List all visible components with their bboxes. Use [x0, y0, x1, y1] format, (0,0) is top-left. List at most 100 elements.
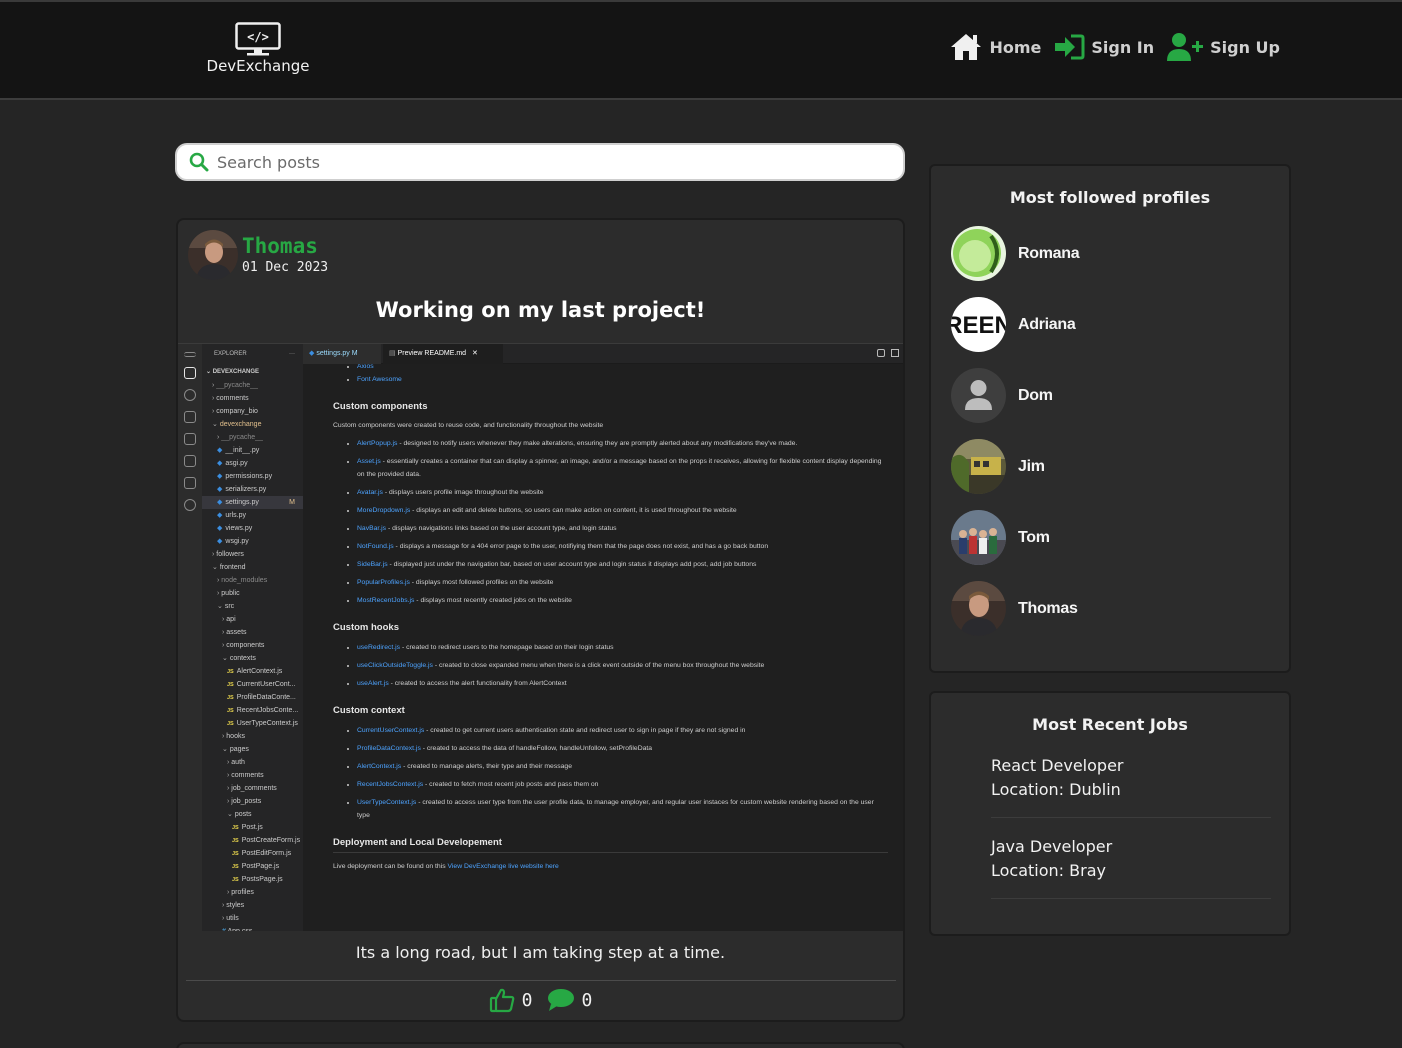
- file-tree-item[interactable]: › job_posts: [202, 795, 303, 808]
- readme-link[interactable]: AlertPopup.js: [357, 440, 397, 447]
- readme-link[interactable]: CurrentUserContext.js: [357, 727, 424, 734]
- readme-link[interactable]: Font Awesome: [357, 376, 402, 383]
- vscode-activity-bar: [178, 344, 202, 931]
- file-tree-item[interactable]: JS CurrentUserCont...: [202, 678, 303, 691]
- split-editor-icon[interactable]: [891, 349, 899, 357]
- file-tree-item[interactable]: › comments: [202, 392, 303, 405]
- post-author-name[interactable]: Thomas: [242, 233, 328, 259]
- portrait-photo-icon: [951, 581, 1006, 636]
- readme-list-item: PopularProfiles.js - displays most follo…: [357, 576, 888, 589]
- thumbs-up-icon[interactable]: [489, 987, 515, 1013]
- file-tree: › __pycache__ › comments › company_bio ⌄ de…: [202, 379, 303, 931]
- tab-preview-readme[interactable]: ▤ Preview README.md ✕: [383, 344, 503, 364]
- file-tree-item[interactable]: › __pycache__: [202, 379, 303, 392]
- readme-link[interactable]: SideBar.js: [357, 561, 388, 568]
- readme-link[interactable]: RecentJobsContext.js: [357, 781, 423, 788]
- job-item[interactable]: Java Developer Location: Bray: [991, 835, 1271, 883]
- readme-link[interactable]: Axios: [357, 364, 374, 370]
- nav-home-link[interactable]: Home: [949, 32, 1041, 62]
- file-tree-item[interactable]: ◆ serializers.py: [202, 483, 303, 496]
- file-tree-item[interactable]: ⌄ frontend: [202, 561, 303, 574]
- file-tree-item[interactable]: › node_modules: [202, 574, 303, 587]
- readme-link[interactable]: NavBar.js: [357, 525, 386, 532]
- file-tree-item[interactable]: JS AlertContext.js: [202, 665, 303, 678]
- readme-link[interactable]: UserTypeContext.js: [357, 799, 416, 806]
- profile-item[interactable]: Romana: [951, 226, 1080, 281]
- file-tree-item[interactable]: › components: [202, 639, 303, 652]
- open-source-icon[interactable]: [877, 349, 885, 357]
- file-tree-item[interactable]: JS Post.js: [202, 821, 303, 834]
- file-tree-item[interactable]: # App.css: [202, 925, 303, 931]
- file-tree-item[interactable]: JS ProfileDataConte...: [202, 691, 303, 704]
- readme-list: useRedirect.js - created to redirect use…: [357, 641, 888, 690]
- file-tree-item[interactable]: › profiles: [202, 886, 303, 899]
- file-tree-item[interactable]: › utils: [202, 912, 303, 925]
- file-tree-item[interactable]: › styles: [202, 899, 303, 912]
- js-file-icon: JS: [232, 838, 239, 844]
- file-tree-item[interactable]: ⌄ devexchange: [202, 418, 303, 431]
- readme-heading: Custom components: [333, 401, 428, 412]
- nav-sign-in-link[interactable]: Sign In: [1053, 34, 1154, 60]
- readme-link[interactable]: PopularProfiles.js: [357, 579, 410, 586]
- readme-link[interactable]: useRedirect.js: [357, 644, 400, 651]
- brand-logo[interactable]: </> DevExchange: [206, 22, 310, 75]
- readme-link[interactable]: ProfileDataContext.js: [357, 745, 421, 752]
- file-tree-item[interactable]: JS PostCreateForm.js: [202, 834, 303, 847]
- profile-item[interactable]: Thomas: [951, 581, 1078, 636]
- readme-link[interactable]: Asset.js: [357, 458, 381, 465]
- file-tree-item[interactable]: ◆ asgi.py: [202, 457, 303, 470]
- readme-link[interactable]: useAlert.js: [357, 680, 389, 687]
- tab-settings-py[interactable]: ◆ settings.py M: [303, 344, 381, 364]
- comment-icon[interactable]: [547, 988, 575, 1012]
- file-tree-item[interactable]: › auth: [202, 756, 303, 769]
- profile-item[interactable]: Dom: [951, 368, 1053, 423]
- file-tree-item[interactable]: ⌄ src: [202, 600, 303, 613]
- file-tree-item[interactable]: › api: [202, 613, 303, 626]
- file-tree-item[interactable]: › comments: [202, 769, 303, 782]
- file-tree-item[interactable]: › __pycache__: [202, 431, 303, 444]
- search-input[interactable]: [217, 152, 857, 172]
- file-tree-item[interactable]: ◆ settings.py M: [202, 496, 303, 509]
- file-tree-item[interactable]: ◆ __init__.py: [202, 444, 303, 457]
- file-tree-item[interactable]: › assets: [202, 626, 303, 639]
- readme-link[interactable]: NotFound.js: [357, 543, 394, 550]
- file-tree-item[interactable]: ◆ permissions.py: [202, 470, 303, 483]
- job-item[interactable]: React Developer Location: Dublin: [991, 754, 1271, 802]
- file-tree-item[interactable]: ⌄ pages: [202, 743, 303, 756]
- file-tree-item[interactable]: › company_bio: [202, 405, 303, 418]
- file-tree-item[interactable]: ◆ views.py: [202, 522, 303, 535]
- file-tree-item[interactable]: ⌄ posts: [202, 808, 303, 821]
- readme-link[interactable]: useClickOutsideToggle.js: [357, 662, 433, 669]
- file-tree-item[interactable]: JS PostsPage.js: [202, 873, 303, 886]
- live-site-link[interactable]: View DevExchange live website here: [448, 863, 559, 870]
- file-tree-item[interactable]: JS PostPage.js: [202, 860, 303, 873]
- file-tree-item[interactable]: JS PostEditForm.js: [202, 847, 303, 860]
- author-avatar[interactable]: [188, 230, 238, 280]
- file-tree-item[interactable]: ◆ wsgi.py: [202, 535, 303, 548]
- readme-link[interactable]: MoreDropdown.js: [357, 507, 410, 514]
- readme-link[interactable]: Avatar.js: [357, 489, 383, 496]
- readme-link[interactable]: AlertContext.js: [357, 763, 401, 770]
- file-tree-item[interactable]: › job_comments: [202, 782, 303, 795]
- readme-list: CurrentUserContext.js - created to get c…: [357, 724, 888, 822]
- js-file-icon: JS: [232, 825, 239, 831]
- readme-link[interactable]: MostRecentJobs.js: [357, 597, 414, 604]
- file-tree-item[interactable]: › followers: [202, 548, 303, 561]
- profile-item[interactable]: REEN Adriana: [951, 297, 1076, 352]
- file-tree-item[interactable]: › public: [202, 587, 303, 600]
- nav-sign-up-link[interactable]: Sign Up: [1166, 32, 1280, 62]
- py-file-icon: ◆: [217, 473, 223, 480]
- file-tree-item[interactable]: JS UserTypeContext.js: [202, 717, 303, 730]
- post-actions: 0 0: [178, 987, 903, 1013]
- file-tree-item[interactable]: ⌄ contexts: [202, 652, 303, 665]
- search-icon: [189, 152, 209, 172]
- file-tree-item[interactable]: › hooks: [202, 730, 303, 743]
- job-title[interactable]: React Developer: [991, 754, 1271, 778]
- profile-item[interactable]: Jim: [951, 439, 1045, 494]
- open-file-icon: ⌄: [222, 746, 230, 753]
- file-tree-item[interactable]: ◆ urls.py: [202, 509, 303, 522]
- profile-item[interactable]: Tom: [951, 510, 1050, 565]
- source-control-icon: [184, 411, 196, 423]
- file-tree-item[interactable]: JS RecentJobsConte...: [202, 704, 303, 717]
- job-title[interactable]: Java Developer: [991, 835, 1271, 859]
